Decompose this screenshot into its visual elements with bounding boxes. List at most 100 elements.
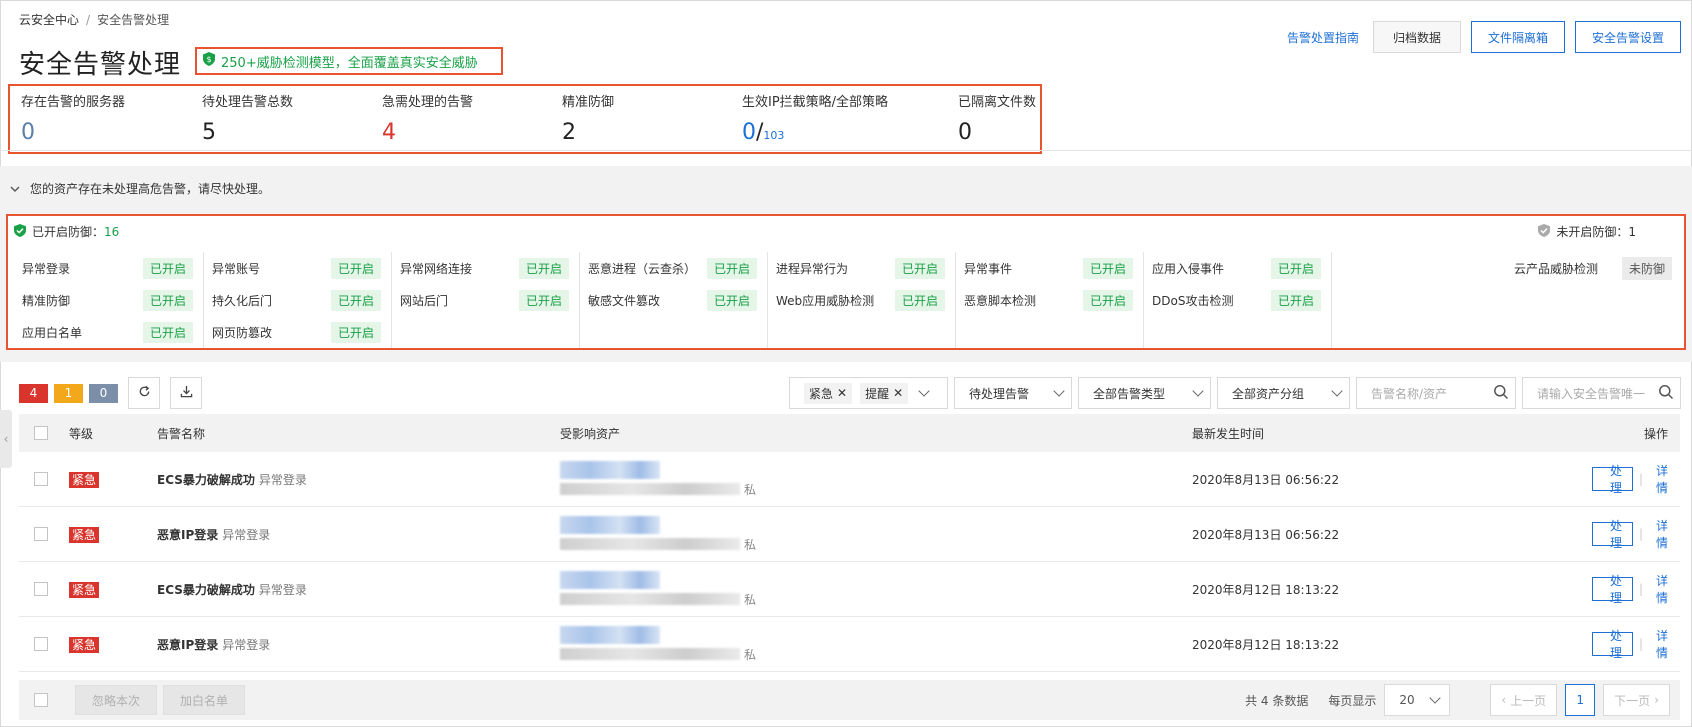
alert-banner[interactable]: 您的资产存在未处理高危告警，请尽快处理。: [10, 180, 270, 197]
handle-button[interactable]: 处理: [1592, 519, 1633, 550]
per-page-select[interactable]: 20: [1384, 684, 1451, 716]
search-icon[interactable]: [1493, 384, 1509, 403]
sidebar-collapse-handle[interactable]: ‹: [0, 410, 12, 468]
protection-item[interactable]: 精准防御 已开启: [22, 284, 193, 316]
asset-cell: 私: [560, 460, 1192, 498]
asset-ip-blurred: [560, 538, 740, 550]
chevron-down-icon[interactable]: [10, 182, 20, 196]
protection-item[interactable]: 恶意脚本检测 已开启: [964, 284, 1133, 316]
archive-data-button[interactable]: 归档数据: [1373, 21, 1461, 53]
protection-column: 异常账号 已开启 持久化后门 已开启 网页防篡改 已开启: [204, 252, 392, 348]
protection-grid: 异常登录 已开启 精准防御 已开启 应用白名单 已开启 异常账号 已开启 持久化后门 已开…: [16, 252, 1332, 348]
status-badge: 已开启: [142, 257, 193, 279]
search-placeholder: 请输入安全告警唯一: [1537, 386, 1646, 401]
ignore-once-button[interactable]: 忽略本次: [75, 685, 158, 715]
protection-item[interactable]: 应用白名单 已开启: [22, 316, 193, 348]
asset-blurred[interactable]: 私: [560, 515, 1192, 553]
handle-button[interactable]: 处理: [1592, 464, 1633, 495]
detail-link[interactable]: 详情: [1649, 462, 1668, 496]
alert-id-search-input[interactable]: 请输入安全告警唯一: [1522, 377, 1681, 409]
header-op: 操作: [1643, 426, 1668, 441]
shield-grey-icon: [1538, 223, 1551, 240]
warning-count-badge[interactable]: 1: [54, 383, 83, 403]
protection-column: 异常网络连接 已开启 网站后门 已开启: [392, 252, 580, 348]
protection-item-name: 恶意进程（云查杀）: [588, 261, 697, 276]
protection-item[interactable]: 异常事件 已开启: [964, 252, 1133, 284]
group-filter-select[interactable]: 全部资产分组: [1217, 377, 1350, 409]
row-checkbox[interactable]: [34, 527, 48, 541]
protection-item-name: 云产品威胁检测: [1513, 261, 1598, 276]
handle-button[interactable]: 处理: [1592, 574, 1633, 605]
prev-page-button[interactable]: ‹ 上一页: [1490, 684, 1558, 716]
status-filter-select[interactable]: 待处理告警: [954, 377, 1072, 409]
alert-name-link[interactable]: 恶意IP登录: [157, 638, 218, 652]
chevron-down-icon: [1192, 385, 1204, 397]
protection-item[interactable]: 恶意进程（云查杀） 已开启: [588, 252, 757, 284]
protection-item[interactable]: 异常账号 已开启: [212, 252, 381, 284]
close-icon[interactable]: ✕: [837, 386, 847, 400]
asset-ip-row: 私: [560, 536, 1192, 553]
download-button[interactable]: [170, 377, 202, 409]
stat-value-active[interactable]: 0: [742, 120, 756, 145]
stat-value: 2: [562, 120, 576, 145]
pagination: 共 4 条数据 每页显示 20 ‹ 上一页 1 下一页 ›: [1245, 684, 1670, 716]
alert-guide-link[interactable]: 告警处置指南: [1287, 29, 1359, 46]
asset-blurred[interactable]: 私: [560, 625, 1192, 663]
close-icon[interactable]: ✕: [893, 386, 903, 400]
protection-item[interactable]: 异常网络连接 已开启: [400, 252, 569, 284]
svg-text:$: $: [206, 55, 211, 64]
stat-value-total[interactable]: 103: [763, 129, 784, 142]
level-filter-select[interactable]: 紧急 ✕ 提醒 ✕: [789, 377, 948, 409]
protection-item[interactable]: 敏感文件篡改 已开启: [588, 284, 757, 316]
chevron-right-icon: ›: [1654, 693, 1659, 707]
stat-value[interactable]: 0: [21, 120, 191, 145]
op-cell: 处理 | 详情: [1592, 517, 1680, 551]
protection-item[interactable]: Web应用威胁检测 已开启: [776, 284, 945, 316]
protection-item[interactable]: 异常登录 已开启: [22, 252, 193, 284]
row-checkbox[interactable]: [34, 637, 48, 651]
breadcrumb-separator: /: [86, 13, 91, 27]
per-page-label: 每页显示: [1328, 693, 1377, 708]
protection-item[interactable]: 网站后门 已开启: [400, 284, 569, 316]
alert-settings-button[interactable]: 安全告警设置: [1575, 21, 1681, 53]
protection-item[interactable]: 应用入侵事件 已开启: [1152, 252, 1321, 284]
type-filter-select[interactable]: 全部告警类型: [1078, 377, 1211, 409]
detail-link[interactable]: 详情: [1649, 627, 1668, 661]
protection-item[interactable]: DDoS攻击检测 已开启: [1152, 284, 1321, 316]
stat-quarantined-files: 已隔离文件数 0: [947, 86, 1037, 152]
op-cell: 处理 | 详情: [1592, 572, 1680, 606]
protection-item[interactable]: 网页防篡改 已开启: [212, 316, 381, 348]
handle-button[interactable]: 处理: [1592, 629, 1633, 660]
row-checkbox[interactable]: [34, 582, 48, 596]
select-all-checkbox[interactable]: [34, 426, 48, 440]
asset-blurred[interactable]: 私: [560, 570, 1192, 608]
stat-value[interactable]: 4: [382, 120, 551, 145]
next-page-button[interactable]: 下一页 ›: [1603, 684, 1670, 716]
protection-item[interactable]: 持久化后门 已开启: [212, 284, 381, 316]
detail-link[interactable]: 详情: [1649, 572, 1668, 606]
asset-blurred[interactable]: 私: [560, 460, 1192, 498]
alert-name-link[interactable]: ECS暴力破解成功: [157, 473, 255, 487]
alert-name-search-input[interactable]: 告警名称/资产: [1356, 377, 1516, 409]
status-badge: 已开启: [894, 257, 945, 279]
type-filter-value: 全部告警类型: [1093, 386, 1166, 401]
row-checkbox[interactable]: [34, 472, 48, 486]
add-whitelist-button[interactable]: 加白名单: [163, 685, 246, 715]
protection-item[interactable]: 进程异常行为 已开启: [776, 252, 945, 284]
notice-count-badge[interactable]: 0: [89, 383, 118, 403]
protection-item-disabled[interactable]: 云产品威胁检测 未防御: [1514, 252, 1672, 284]
footer-select-all-checkbox[interactable]: [34, 693, 48, 707]
alert-name-link[interactable]: ECS暴力破解成功: [157, 583, 255, 597]
refresh-button[interactable]: [128, 377, 160, 409]
status-badge: 已开启: [330, 257, 381, 279]
urgent-count-badge[interactable]: 4: [19, 383, 48, 403]
file-quarantine-button[interactable]: 文件隔离箱: [1471, 21, 1565, 53]
detail-link[interactable]: 详情: [1649, 517, 1668, 551]
breadcrumb-root[interactable]: 云安全中心: [19, 13, 79, 27]
alerts-table: 等级 告警名称 受影响资产 最新发生时间 操作 紧急 ECS暴力破解成功 异常登录…: [19, 414, 1680, 672]
search-icon[interactable]: [1658, 384, 1674, 403]
alert-name-link[interactable]: 恶意IP登录: [157, 528, 218, 542]
top-actions: 告警处置指南 归档数据 文件隔离箱 安全告警设置: [1287, 21, 1681, 53]
asset-cell: 私: [560, 625, 1192, 663]
page-number-button[interactable]: 1: [1565, 684, 1596, 716]
